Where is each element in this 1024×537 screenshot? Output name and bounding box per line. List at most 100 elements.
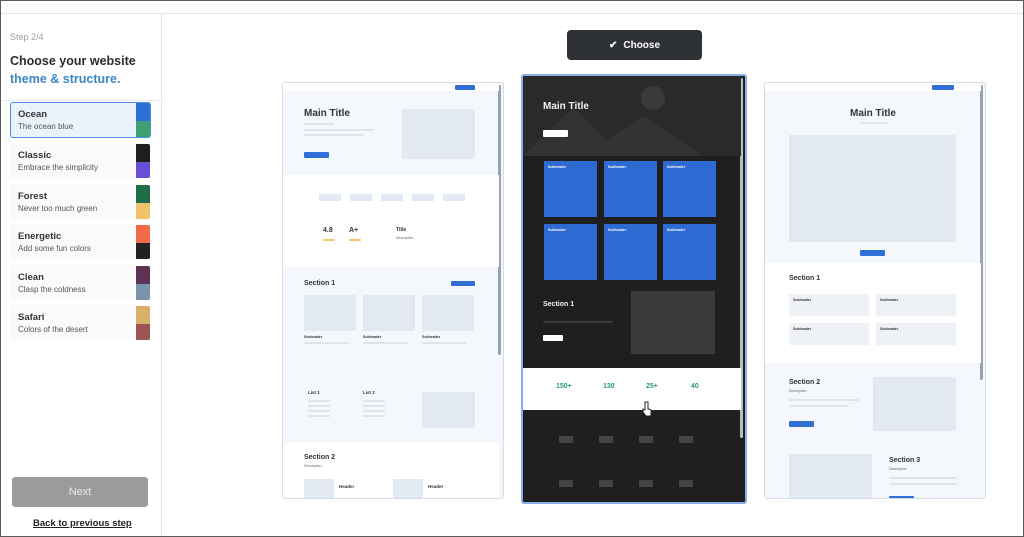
theme-description: Add some fun colors [18, 244, 91, 253]
preview-button [789, 421, 814, 427]
preview-button [860, 250, 885, 256]
image-placeholder [422, 295, 474, 331]
image-placeholder [393, 479, 423, 498]
preview-nav-button [455, 85, 475, 90]
card-subheader: Subheader [793, 298, 812, 302]
mountain-graphic [523, 86, 703, 156]
card-subheader: Subheader [608, 165, 627, 169]
text-line [789, 405, 849, 407]
rating-line [323, 239, 335, 241]
card-subheader: Subheader [608, 228, 627, 232]
feature-card [663, 224, 716, 280]
preview-button [889, 496, 914, 498]
preview-button [543, 130, 568, 137]
section-title: Section 1 [543, 301, 575, 308]
list-line [363, 405, 385, 407]
stat-description: Description [396, 236, 414, 240]
feature-card [604, 224, 657, 280]
section-description: Description [304, 464, 322, 468]
list-line [308, 405, 330, 407]
list-line [308, 410, 330, 412]
back-link[interactable]: Back to previous step [33, 518, 132, 529]
theme-description: The ocean blue [18, 122, 74, 131]
card-subheader: Subheader [667, 228, 686, 232]
card-subheader: Subheader [422, 335, 441, 339]
theme-description: Colors of the desert [18, 325, 88, 334]
list-line [363, 410, 385, 412]
stat-value: 150+ [556, 383, 572, 390]
image-placeholder [789, 454, 872, 498]
logo-placeholder [599, 436, 613, 443]
logo-placeholder [319, 194, 341, 201]
feature-card [544, 224, 597, 280]
rating-line [349, 239, 361, 241]
template-preview-middle[interactable]: Main Title Subheader Subheader Subheader… [521, 74, 747, 504]
logo-placeholder [559, 480, 573, 487]
divider [1, 100, 162, 101]
text-line [304, 134, 364, 136]
theme-option-forest[interactable]: Forest Never too much green [10, 184, 151, 220]
image-placeholder [304, 479, 334, 498]
card-subheader: Subheader [363, 335, 382, 339]
color-swatch [136, 144, 150, 162]
card-subheader: Subheader [880, 327, 899, 331]
theme-name: Classic [18, 150, 52, 161]
theme-option-energetic[interactable]: Energetic Add some fun colors [10, 224, 151, 260]
theme-name: Energetic [18, 231, 62, 242]
page-title: Choose your website [10, 54, 136, 68]
color-swatch [136, 162, 150, 178]
theme-option-clean[interactable]: Clean Clasp the coldness [10, 265, 151, 301]
text-line [304, 123, 334, 125]
choose-button[interactable]: ✔ Choose [567, 30, 702, 60]
theme-name: Forest [18, 191, 48, 202]
preview-button [451, 281, 475, 286]
theme-option-ocean[interactable]: Ocean The ocean blue [10, 102, 151, 138]
text-line [889, 483, 957, 485]
image-placeholder [363, 295, 415, 331]
text-line [889, 477, 957, 479]
theme-description: Clasp the coldness [18, 285, 86, 294]
sidebar: Step 2/4 Choose your website theme & str… [1, 13, 162, 536]
step-indicator: Step 2/4 [10, 32, 44, 42]
preview-button [304, 152, 329, 158]
color-swatch [136, 243, 150, 259]
feature-card [663, 161, 716, 217]
theme-option-classic[interactable]: Classic Embrace the simplicity [10, 143, 151, 179]
section-description: Description [889, 467, 907, 471]
list-line [363, 415, 385, 417]
stat-value: 25+ [646, 383, 658, 390]
text-line [543, 321, 613, 323]
image-placeholder [631, 291, 715, 354]
theme-name: Clean [18, 272, 44, 283]
logo-placeholder [350, 194, 372, 201]
feature-card [604, 161, 657, 217]
theme-option-safari[interactable]: Safari Colors of the desert [10, 305, 151, 341]
checkmark-icon: ✔ [608, 39, 618, 51]
logo-placeholder [679, 480, 693, 487]
page-title-highlight: theme & structure. [10, 72, 121, 86]
image-placeholder [402, 109, 475, 159]
preview-stats-band [283, 175, 499, 267]
logo-placeholder [599, 480, 613, 487]
list-line [308, 400, 330, 402]
card-subheader: Subheader [793, 327, 812, 331]
list-line [308, 415, 330, 417]
color-swatch [136, 121, 150, 137]
template-preview-right[interactable]: Main Title Section 1 Subheader Subheader… [764, 82, 986, 499]
section-title: Section 1 [304, 280, 336, 287]
card-header: Header [428, 484, 444, 489]
app-frame: Step 2/4 Choose your website theme & str… [0, 0, 1024, 537]
text-line [363, 342, 408, 344]
template-preview-left[interactable]: Main Title 4.8 A+ Title Description Sect… [282, 82, 504, 499]
image-placeholder [304, 295, 356, 331]
stat-value: 4.8 [323, 227, 333, 234]
logo-placeholder [559, 436, 573, 443]
stat-value: 40 [691, 383, 699, 390]
next-button[interactable]: Next [12, 477, 148, 507]
text-line [304, 129, 374, 131]
card-subheader: Subheader [667, 165, 686, 169]
pointer-cursor-icon [642, 401, 652, 417]
list-line [363, 400, 385, 402]
color-swatch [136, 306, 150, 324]
color-swatch [136, 185, 150, 203]
